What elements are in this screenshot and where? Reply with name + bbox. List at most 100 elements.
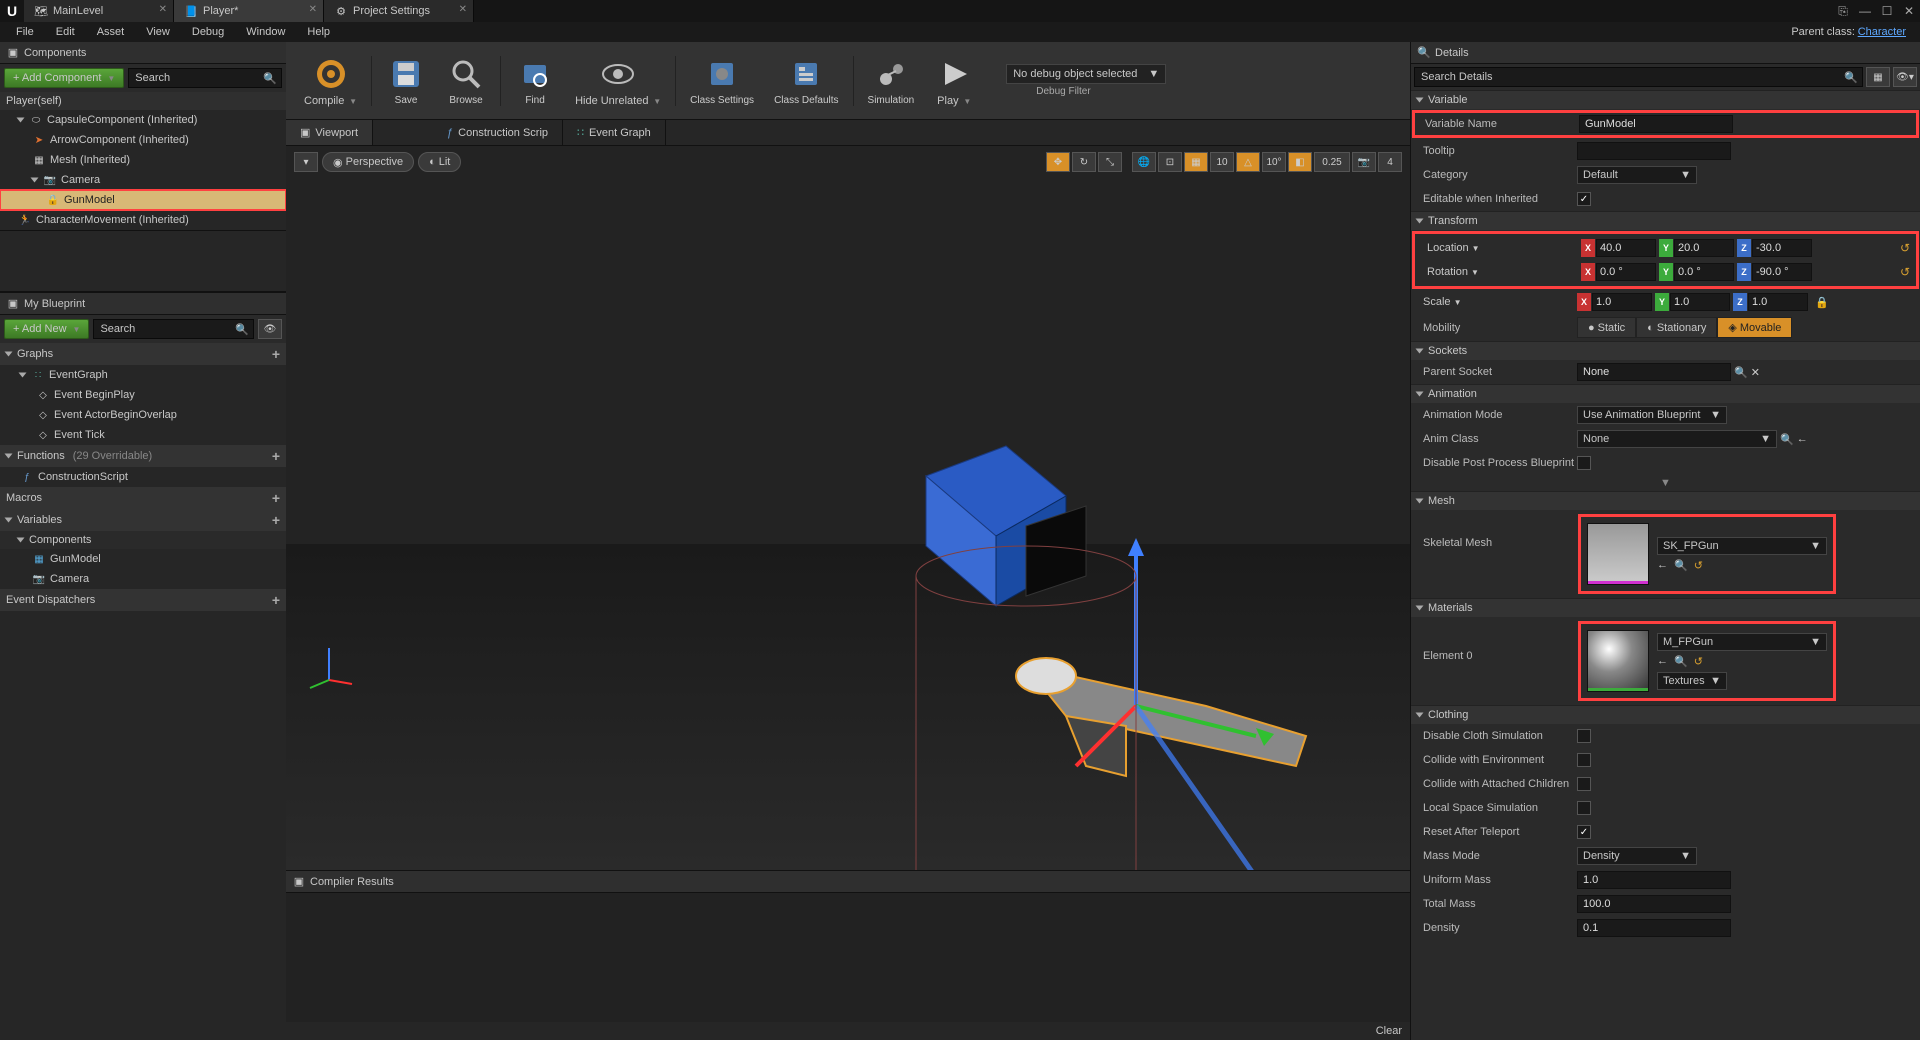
construction-script[interactable]: ƒ ConstructionScript [0,467,286,487]
details-title[interactable]: 🔍 Details [1411,42,1920,64]
subtab-viewport[interactable]: ▣ Viewport [286,120,373,145]
blueprint-search[interactable]: Search 🔍 [93,319,254,339]
add-variable-button[interactable]: + [272,512,280,528]
disable-cloth-checkbox[interactable] [1577,729,1591,743]
scale-y-input[interactable] [1670,293,1730,311]
component-arrow[interactable]: ➤ ArrowComponent (Inherited) [0,130,286,150]
subtab-construction-script[interactable]: ƒ Construction Scrip [433,120,563,145]
use-mesh-button[interactable]: ← [1657,559,1668,572]
rotation-x-input[interactable] [1596,263,1656,281]
debug-object-selector[interactable]: No debug object selected▼ [1006,64,1166,84]
location-z-input[interactable] [1752,239,1812,257]
menu-window[interactable]: Window [236,24,295,40]
class-settings-button[interactable]: Class Settings [680,51,764,110]
find-button[interactable]: Find [505,51,565,110]
material-asset-combo[interactable]: M_FPGun▼ [1657,633,1827,651]
compiler-results-title[interactable]: ▣ Compiler Results [286,871,1410,893]
minimize-button[interactable]: — [1854,0,1876,22]
section-variable[interactable]: Variable [1411,90,1920,109]
add-function-button[interactable]: + [272,448,280,464]
section-variables[interactable]: Variables + [0,509,286,531]
close-icon[interactable]: ✕ [459,4,467,15]
bp-camera[interactable]: 📷 Camera [0,569,286,589]
parent-socket-input[interactable] [1577,363,1731,381]
event-beginplay[interactable]: ◇ Event BeginPlay [0,385,286,405]
event-tick[interactable]: ◇ Event Tick [0,425,286,445]
add-macro-button[interactable]: + [272,490,280,506]
section-graphs[interactable]: Graphs + [0,343,286,365]
bp-gunmodel[interactable]: ▦ GunModel [0,549,286,569]
location-x-input[interactable] [1596,239,1656,257]
rotation-y-input[interactable] [1674,263,1734,281]
components-title[interactable]: ▣ Components [0,42,286,64]
section-animation[interactable]: Animation [1411,384,1920,403]
tab-mainlevel[interactable]: 🗺 MainLevel ✕ [24,0,174,22]
property-matrix-button[interactable]: ▦ [1866,67,1890,87]
editable-inherited-checkbox[interactable] [1577,192,1591,206]
reset-teleport-checkbox[interactable] [1577,825,1591,839]
play-button[interactable]: Play ▼ [924,51,984,111]
section-functions[interactable]: Functions (29 Overridable) + [0,445,286,467]
reset-material-button[interactable]: ↺ [1694,655,1703,668]
view-options-button[interactable]: 👁▾ [1893,67,1917,87]
add-dispatcher-button[interactable]: + [272,592,280,608]
anim-class-combo[interactable]: None▼ [1577,430,1777,448]
add-component-button[interactable]: + Add Component▼ [4,68,124,88]
search-socket-button[interactable]: 🔍 [1734,366,1748,379]
section-sockets[interactable]: Sockets [1411,341,1920,360]
reset-rotation-button[interactable]: ↺ [1900,265,1910,279]
browse-button[interactable]: Browse [436,51,496,110]
eventgraph-item[interactable]: ∷ EventGraph [0,365,286,385]
category-combo[interactable]: Default▼ [1577,166,1697,184]
animation-mode-combo[interactable]: Use Animation Blueprint▼ [1577,406,1727,424]
use-material-button[interactable]: ← [1657,655,1668,668]
my-blueprint-title[interactable]: ▣ My Blueprint [0,293,286,315]
disable-pp-checkbox[interactable] [1577,456,1591,470]
section-mesh[interactable]: Mesh [1411,491,1920,510]
subtab-event-graph[interactable]: ∷ Event Graph [563,120,666,145]
mobility-stationary[interactable]: ◐Stationary [1636,317,1717,338]
location-y-input[interactable] [1674,239,1734,257]
menu-edit[interactable]: Edit [46,24,85,40]
menu-view[interactable]: View [136,24,180,40]
expand-animation-button[interactable]: ▼ [1411,475,1920,491]
section-event-dispatchers[interactable]: Event Dispatchers + [0,589,286,611]
event-actorbeginoverlap[interactable]: ◇ Event ActorBeginOverlap [0,405,286,425]
collide-env-checkbox[interactable] [1577,753,1591,767]
section-macros[interactable]: Macros + [0,487,286,509]
close-icon[interactable]: ✕ [159,4,167,15]
mobility-movable[interactable]: ◈Movable [1717,317,1792,338]
blueprint-view-options[interactable]: 👁 [258,319,282,339]
add-new-button[interactable]: + Add New▼ [4,319,89,339]
use-anim-button[interactable]: ← [1797,433,1808,445]
mass-mode-combo[interactable]: Density▼ [1577,847,1697,865]
variable-name-input[interactable] [1579,115,1733,133]
browse-material-button[interactable]: 🔍 [1674,655,1688,668]
menu-debug[interactable]: Debug [182,24,234,40]
scale-x-input[interactable] [1592,293,1652,311]
section-materials[interactable]: Materials [1411,598,1920,617]
mesh-thumbnail[interactable] [1587,523,1649,585]
close-button[interactable]: ✕ [1898,0,1920,22]
viewport[interactable]: ▾ ◉ Perspective ◐ Lit ✥ ↻ ⤡ 🌐 ⊡ ▦ 10 △ 1… [286,146,1410,870]
scale-z-input[interactable] [1748,293,1808,311]
mesh-asset-combo[interactable]: SK_FPGun▼ [1657,537,1827,555]
component-gunmodel[interactable]: 🔒 GunModel [0,190,286,210]
component-mesh[interactable]: ▦ Mesh (Inherited) [0,150,286,170]
parent-class-link[interactable]: Character [1858,26,1906,38]
rotation-z-input[interactable] [1752,263,1812,281]
menu-asset[interactable]: Asset [87,24,135,40]
local-space-checkbox[interactable] [1577,801,1591,815]
clear-button[interactable]: Clear [1376,1025,1402,1037]
compile-button[interactable]: Compile ▼ [294,51,367,111]
textures-button[interactable]: Textures▼ [1657,672,1727,690]
component-capsule[interactable]: ⬭ CapsuleComponent (Inherited) [0,110,286,130]
section-clothing[interactable]: Clothing [1411,705,1920,724]
hide-unrelated-button[interactable]: Hide Unrelated ▼ [565,51,671,111]
close-icon[interactable]: ✕ [309,4,317,15]
menu-file[interactable]: File [6,24,44,40]
components-search[interactable]: Search 🔍 [128,68,282,88]
collide-children-checkbox[interactable] [1577,777,1591,791]
details-search-input[interactable]: Search Details 🔍 [1414,67,1863,87]
clear-socket-button[interactable]: ✕ [1751,366,1760,379]
